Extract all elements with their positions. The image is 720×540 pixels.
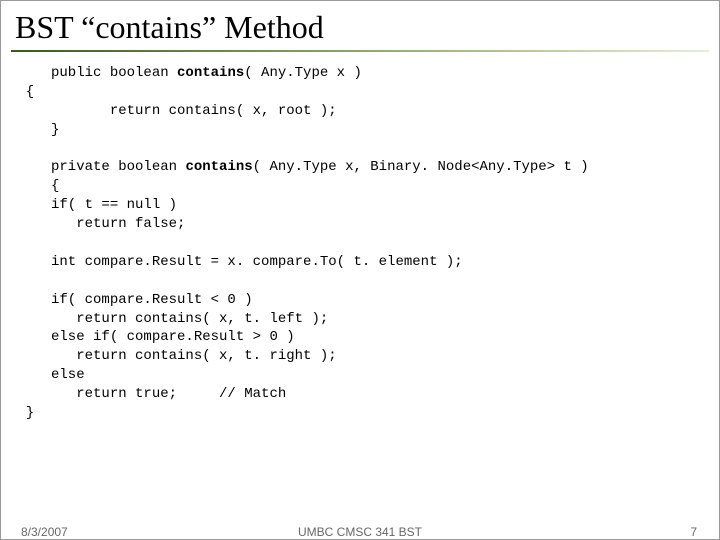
code-line: return false; [9, 216, 185, 232]
footer-page-number: 7 [690, 525, 697, 539]
code-line: return contains( x, t. left ); [9, 311, 328, 327]
code-line: return contains( x, root ); [9, 103, 337, 119]
code-line: private boolean [9, 159, 185, 175]
code-line: int compare.Result = x. compare.To( t. e… [9, 254, 463, 270]
code-line: else if( compare.Result > 0 ) [9, 329, 295, 345]
code-line: ( Any.Type x ) [244, 65, 362, 81]
code-line: ( Any.Type x, Binary. Node<Any.Type> t ) [253, 159, 589, 175]
code-line: return contains( x, t. right ); [9, 348, 337, 364]
code-line: else [9, 367, 85, 383]
slide: BST “contains” Method public boolean con… [0, 0, 720, 540]
code-keyword: contains [177, 65, 244, 81]
code-line: if( t == null ) [9, 197, 177, 213]
code-keyword: contains [185, 159, 252, 175]
code-line: } [9, 122, 59, 138]
code-line: if( compare.Result < 0 ) [9, 292, 253, 308]
footer-date: 8/3/2007 [21, 525, 68, 539]
footer-course: UMBC CMSC 341 BST [298, 525, 422, 539]
code-line: public boolean [9, 65, 177, 81]
slide-title: BST “contains” Method [1, 1, 719, 50]
code-line: } [9, 405, 34, 421]
code-line: { [9, 84, 34, 100]
code-line: { [9, 178, 59, 194]
code-block: public boolean contains( Any.Type x ) { … [1, 52, 719, 423]
code-line: return true; // Match [9, 386, 286, 402]
